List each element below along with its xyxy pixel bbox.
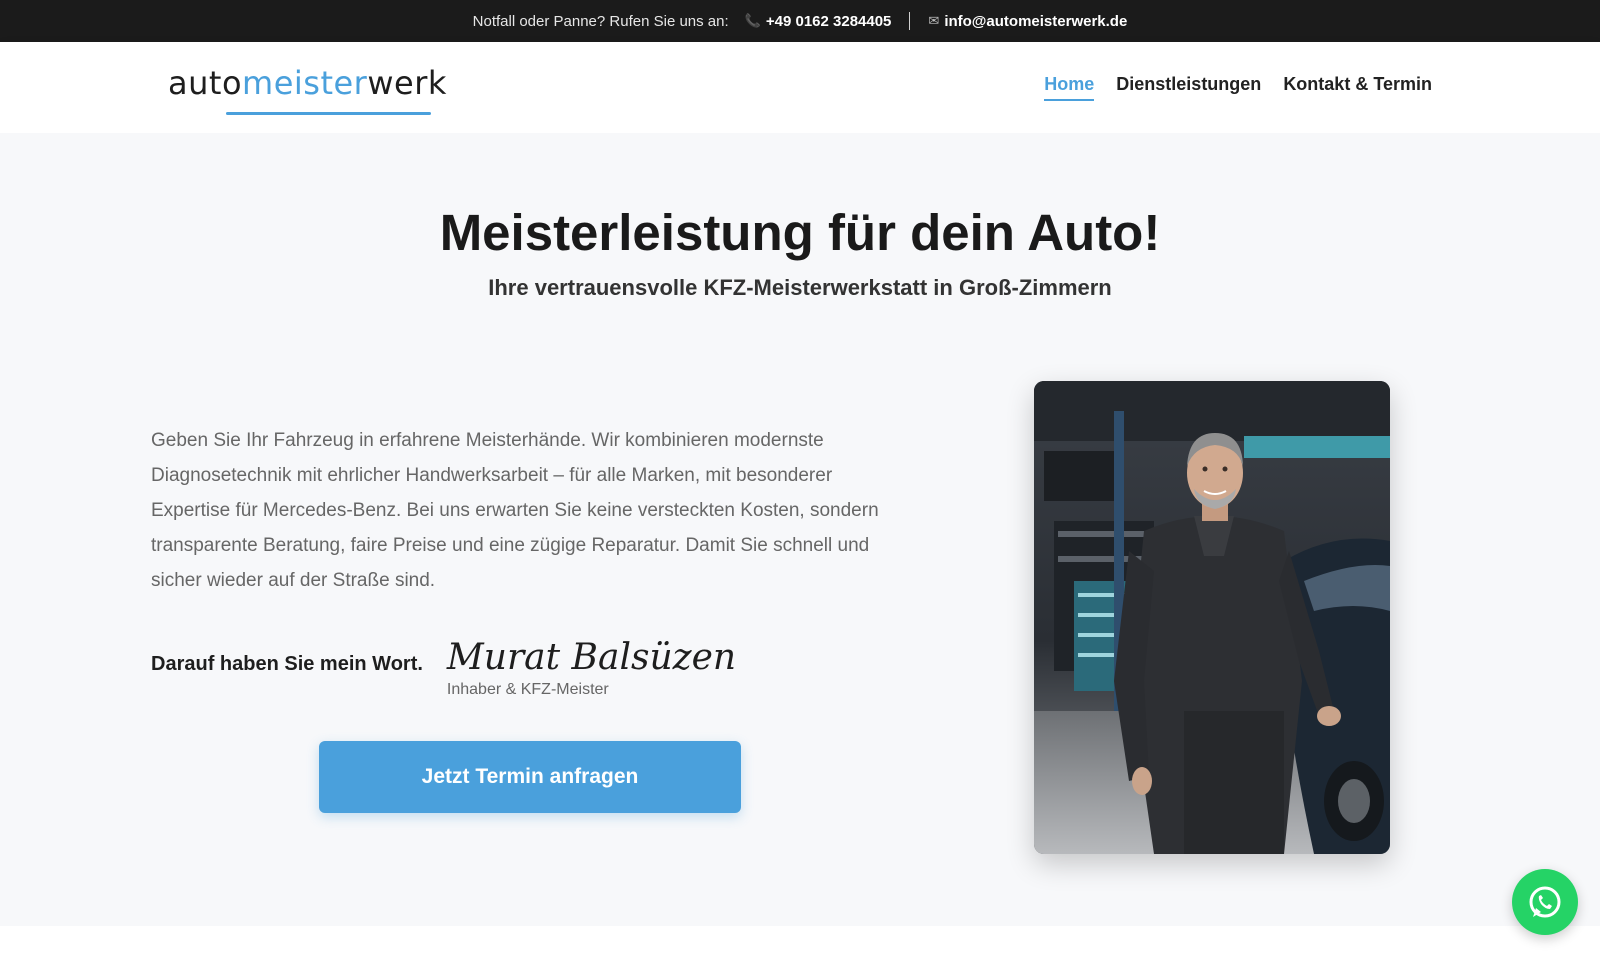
whatsapp-icon bbox=[1529, 886, 1561, 918]
nav-item-kontakt[interactable]: Kontakt & Termin bbox=[1283, 74, 1432, 101]
whatsapp-button[interactable] bbox=[1512, 869, 1578, 935]
promise-text: Darauf haben Sie mein Wort. bbox=[151, 653, 423, 675]
nav-item-dienstleistungen[interactable]: Dienstleistungen bbox=[1116, 74, 1261, 101]
main-navbar: automeisterwerk Home Dienstleistungen Ko… bbox=[0, 42, 1600, 133]
hero-title: Meisterleistung für dein Auto! bbox=[439, 204, 1161, 261]
mechanic-photo bbox=[1034, 381, 1390, 854]
logo-part-auto: auto bbox=[168, 64, 243, 102]
appointment-request-button[interactable]: Jetzt Termin anfragen bbox=[319, 741, 741, 813]
hero-description: Geben Sie Ihr Fahrzeug in erfahrene Meis… bbox=[151, 430, 879, 591]
emergency-label: Notfall oder Panne? Rufen Sie uns an: bbox=[472, 12, 729, 30]
mail-icon: ✉ bbox=[928, 13, 940, 28]
logo-underline bbox=[226, 112, 431, 115]
mechanic-photo-illustration bbox=[1034, 381, 1390, 854]
phone-link[interactable]: 📞 +49 0162 3284405 bbox=[745, 13, 892, 30]
owner-role: Inhaber & KFZ-Meister bbox=[446, 681, 609, 698]
email-address: info@automeisterwerk.de bbox=[944, 12, 1128, 30]
owner-signature: Murat Balsüzen bbox=[446, 637, 737, 678]
logo-part-meister: meister bbox=[242, 64, 368, 102]
main-nav: Home Dienstleistungen Kontakt & Termin bbox=[1044, 74, 1432, 101]
email-link[interactable]: ✉ info@automeisterwerk.de bbox=[928, 13, 1127, 30]
owner-promise: Darauf haben Sie mein Wort. Murat Balsüz… bbox=[151, 637, 736, 699]
hero-subtitle: Ihre vertrauensvolle KFZ-Meisterwerkstat… bbox=[488, 275, 1112, 300]
phone-icon: 📞 bbox=[744, 13, 761, 28]
phone-number: +49 0162 3284405 bbox=[765, 12, 892, 30]
signature-block: Murat Balsüzen Inhaber & KFZ-Meister bbox=[447, 637, 736, 699]
hero-section: Meisterleistung für dein Auto! Ihre vert… bbox=[0, 133, 1600, 926]
logo-part-werk: werk bbox=[367, 64, 447, 102]
next-section-edge bbox=[0, 926, 1600, 957]
site-logo[interactable]: automeisterwerk bbox=[168, 64, 447, 102]
topbar-divider bbox=[909, 12, 911, 30]
nav-item-home[interactable]: Home bbox=[1044, 74, 1095, 101]
top-contact-bar: Notfall oder Panne? Rufen Sie uns an: 📞 … bbox=[0, 0, 1600, 42]
